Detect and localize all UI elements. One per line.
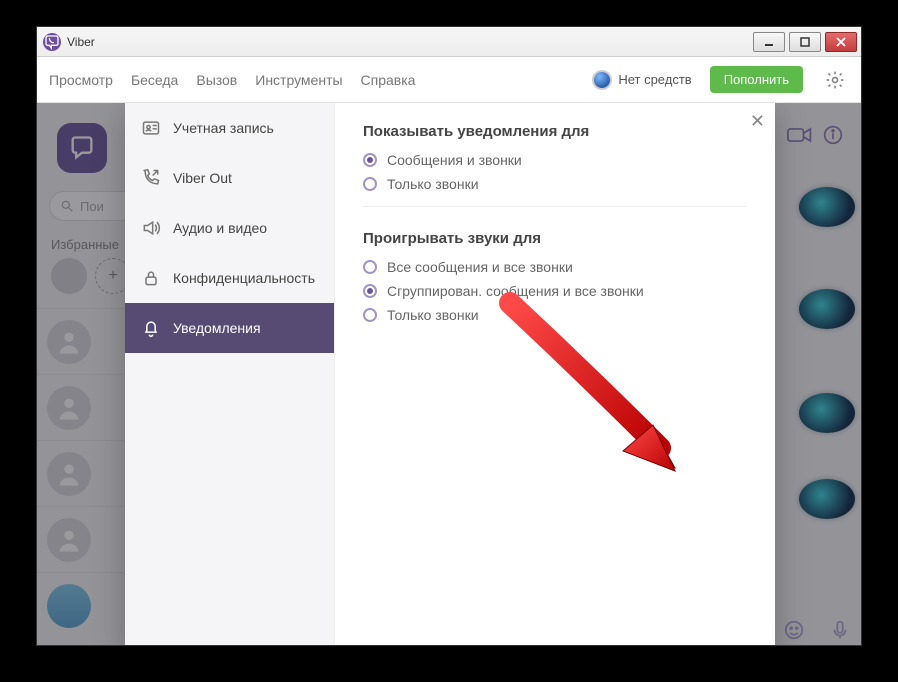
menu-chat[interactable]: Беседа <box>131 72 178 88</box>
sidebar-item-label: Учетная запись <box>173 120 274 136</box>
radio-icon <box>363 177 377 191</box>
radio-label: Только звонки <box>387 176 479 192</box>
settings-sidebar: Учетная запись Viber Out Аудио и видео К… <box>125 103 335 645</box>
sidebar-item-label: Уведомления <box>173 320 261 336</box>
radio-label: Сообщения и звонки <box>387 152 522 168</box>
window-titlebar: Viber <box>37 27 861 57</box>
sidebar-item-viber-out[interactable]: Viber Out <box>125 153 334 203</box>
phone-out-icon <box>141 168 161 188</box>
radio-all-messages-calls[interactable]: Все сообщения и все звонки <box>363 259 747 275</box>
radio-messages-and-calls[interactable]: Сообщения и звонки <box>363 152 747 168</box>
sidebar-item-audio-video[interactable]: Аудио и видео <box>125 203 334 253</box>
topup-button[interactable]: Пополнить <box>710 66 803 93</box>
radio-sound-calls-only[interactable]: Только звонки <box>363 307 747 323</box>
balance-chip[interactable]: Нет средств <box>592 70 691 90</box>
radio-icon <box>363 260 377 274</box>
radio-label: Сгруппирован. сообщения и все звонки <box>387 283 644 299</box>
sidebar-item-privacy[interactable]: Конфиденциальность <box>125 253 334 303</box>
sidebar-item-account[interactable]: Учетная запись <box>125 103 334 153</box>
window-minimize-button[interactable] <box>753 32 785 52</box>
sidebar-item-label: Аудио и видео <box>173 220 267 236</box>
section-title-sounds: Проигрывать звуки для <box>363 230 747 247</box>
radio-icon <box>363 284 377 298</box>
radio-label: Только звонки <box>387 307 479 323</box>
sidebar-item-label: Viber Out <box>173 170 232 186</box>
viber-app-icon <box>43 33 61 51</box>
id-card-icon <box>141 118 161 138</box>
window-title: Viber <box>67 35 753 49</box>
radio-icon <box>363 153 377 167</box>
settings-gear-button[interactable] <box>821 66 849 94</box>
sidebar-item-notifications[interactable]: Уведомления <box>125 303 334 353</box>
radio-label: Все сообщения и все звонки <box>387 259 573 275</box>
radio-grouped-messages-calls[interactable]: Сгруппирован. сообщения и все звонки <box>363 283 747 299</box>
menu-call[interactable]: Вызов <box>196 72 237 88</box>
speaker-icon <box>141 218 161 238</box>
menubar: Просмотр Беседа Вызов Инструменты Справк… <box>37 57 861 103</box>
bell-icon <box>141 318 161 338</box>
section-title-notifications: Показывать уведомления для <box>363 123 747 140</box>
radio-icon <box>363 308 377 322</box>
window-close-button[interactable] <box>825 32 857 52</box>
globe-icon <box>592 70 612 90</box>
window-maximize-button[interactable] <box>789 32 821 52</box>
settings-panel: Показывать уведомления для Сообщения и з… <box>335 103 775 645</box>
balance-label: Нет средств <box>618 72 691 87</box>
menu-tools[interactable]: Инструменты <box>255 72 342 88</box>
lock-icon <box>141 268 161 288</box>
settings-modal: ✕ Учетная запись Viber Out Аудио и видео… <box>125 103 775 645</box>
modal-close-button[interactable]: ✕ <box>750 111 765 132</box>
radio-calls-only[interactable]: Только звонки <box>363 176 747 192</box>
menu-view[interactable]: Просмотр <box>49 72 113 88</box>
sidebar-item-label: Конфиденциальность <box>173 270 315 286</box>
menu-help[interactable]: Справка <box>361 72 416 88</box>
